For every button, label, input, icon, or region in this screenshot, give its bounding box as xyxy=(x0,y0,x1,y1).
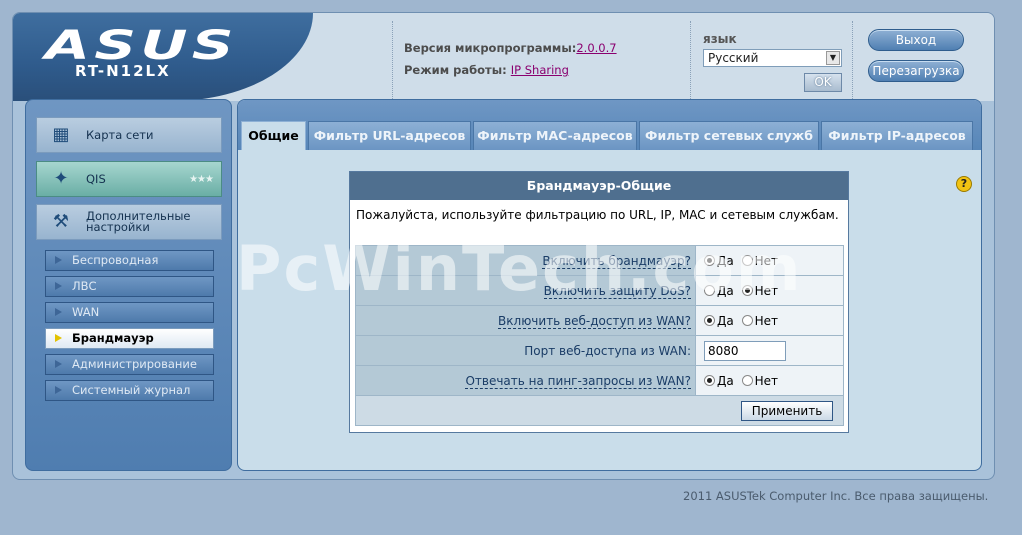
header-divider xyxy=(852,21,853,99)
model-name: RT-N12LX xyxy=(75,62,171,80)
footer-copyright: 2011 ASUSTek Computer Inc. Все права защ… xyxy=(683,489,989,503)
tab-url-filter[interactable]: Фильтр URL-адресов xyxy=(308,121,471,150)
box-description: Пожалуйста, используйте фильтрацию по UR… xyxy=(356,208,839,222)
language-select[interactable]: Русский ▼ xyxy=(703,49,842,67)
radio-label: Нет xyxy=(754,313,778,328)
tab-ip-filter[interactable]: Фильтр IP-адресов xyxy=(821,121,973,150)
wan-web-no-radio[interactable] xyxy=(741,314,753,326)
box-title: Брандмауэр-Общие xyxy=(350,172,848,200)
sidebar-item-label: QIS xyxy=(86,171,106,186)
settings-table: Включить брандмауэр? Да Нет Включить защ… xyxy=(355,245,844,426)
network-map-icon: ▦ xyxy=(52,124,70,145)
logout-button[interactable]: Выход xyxy=(868,29,964,51)
sidebar-item-network-map[interactable]: ▦ Карта сети xyxy=(36,117,222,153)
firmware-version-link[interactable]: 2.0.0.7 xyxy=(576,41,616,55)
table-row: Отвечать на пинг-запросы из WAN? Да Нет xyxy=(355,365,844,396)
tab-general[interactable]: Общие xyxy=(241,121,306,150)
sidebar-item-label: Карта сети xyxy=(86,127,154,142)
header-divider xyxy=(690,21,691,99)
language-ok-button[interactable]: OK xyxy=(804,73,842,92)
radio-label: Да xyxy=(717,253,734,268)
apply-row: Применить xyxy=(355,395,844,426)
sidebar-item-advanced[interactable]: ⚒ Дополнительные настройки xyxy=(36,204,222,240)
wan-web-port-input[interactable] xyxy=(704,340,786,361)
firewall-no-radio[interactable] xyxy=(741,254,753,266)
tab-service-filter[interactable]: Фильтр сетевых служб xyxy=(639,121,819,150)
language-selected: Русский xyxy=(708,51,759,65)
apply-button[interactable]: Применить xyxy=(741,400,833,421)
firmware-version-label: Версия микропрограммы: xyxy=(404,41,577,55)
dos-yes-radio[interactable] xyxy=(704,284,715,296)
header: ASUS RT-N12LX Версия микропрограммы:2.0.… xyxy=(13,13,994,101)
enable-wan-web-access-label[interactable]: Включить веб-доступ из WAN? xyxy=(498,313,691,329)
dos-no-radio[interactable] xyxy=(741,284,753,296)
sidebar-item-lan[interactable]: ЛВС xyxy=(45,276,214,297)
sidebar-item-wireless[interactable]: Беспроводная xyxy=(45,250,214,271)
sidebar: ▦ Карта сети ✦ QIS ★★★ ⚒ Дополнительные … xyxy=(25,99,232,471)
table-row: Включить веб-доступ из WAN? Да Нет xyxy=(355,305,844,336)
header-divider xyxy=(392,21,393,99)
sidebar-item-qis[interactable]: ✦ QIS ★★★ xyxy=(36,161,222,197)
radio-label: Нет xyxy=(754,373,778,388)
firewall-yes-radio[interactable] xyxy=(704,254,715,266)
magic-wand-icon: ✦ xyxy=(53,168,69,189)
enable-dos-label[interactable]: Включить защиту DoS? xyxy=(543,283,691,299)
sidebar-item-wan[interactable]: WAN xyxy=(45,302,214,323)
logo-area: ASUS RT-N12LX xyxy=(13,13,313,101)
tab-mac-filter[interactable]: Фильтр MAC-адресов xyxy=(473,121,637,150)
table-row: Порт веб-доступа из WAN: xyxy=(355,335,844,366)
respond-ping-label[interactable]: Отвечать на пинг-запросы из WAN? xyxy=(465,373,691,389)
wan-web-port-label[interactable]: Порт веб-доступа из WAN: xyxy=(524,344,691,358)
language-label: язык xyxy=(703,32,737,46)
firmware-info: Версия микропрограммы:2.0.0.7 Режим рабо… xyxy=(404,41,617,85)
sidebar-item-system-log[interactable]: Системный журнал xyxy=(45,380,214,401)
firewall-general-box: Брандмауэр-Общие Пожалуйста, используйте… xyxy=(349,171,849,433)
chevron-down-icon[interactable]: ▼ xyxy=(826,51,840,65)
ping-yes-radio[interactable] xyxy=(704,374,715,386)
operation-mode-link[interactable]: IP Sharing xyxy=(511,63,569,77)
tools-icon: ⚒ xyxy=(52,211,70,232)
reboot-button[interactable]: Перезагрузка xyxy=(868,60,964,82)
radio-label: Нет xyxy=(754,283,778,298)
table-row: Включить брандмауэр? Да Нет xyxy=(355,245,844,276)
operation-mode-label: Режим работы: xyxy=(404,63,507,77)
enable-firewall-label[interactable]: Включить брандмауэр? xyxy=(542,253,691,269)
wan-web-yes-radio[interactable] xyxy=(704,314,715,326)
stars-icon: ★★★ xyxy=(189,174,214,185)
help-icon[interactable]: ? xyxy=(956,176,972,192)
radio-label: Да xyxy=(717,373,734,388)
table-row: Включить защиту DoS? Да Нет xyxy=(355,275,844,306)
radio-label: Нет xyxy=(754,253,778,268)
ping-no-radio[interactable] xyxy=(741,374,753,386)
sidebar-item-administration[interactable]: Администрирование xyxy=(45,354,214,375)
sidebar-item-label: Дополнительные настройки xyxy=(86,209,191,234)
sidebar-item-firewall[interactable]: Брандмауэр xyxy=(45,328,214,349)
radio-label: Да xyxy=(717,283,734,298)
radio-label: Да xyxy=(717,313,734,328)
